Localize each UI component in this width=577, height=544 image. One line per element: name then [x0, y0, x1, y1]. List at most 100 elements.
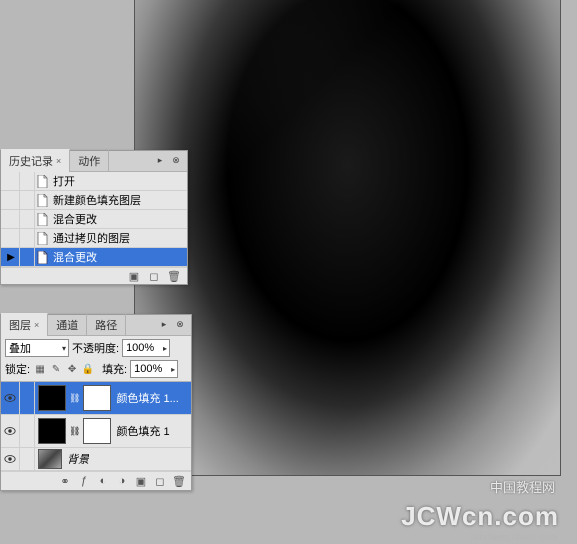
layer-name[interactable]: 背景: [65, 451, 89, 467]
layer-mask-icon[interactable]: ◐: [96, 474, 110, 488]
layer-style-icon[interactable]: ƒ: [77, 474, 91, 488]
lock-label: 锁定:: [5, 361, 30, 377]
trash-icon[interactable]: 🗑: [172, 474, 186, 488]
link-col: [20, 415, 35, 447]
fill-label: 填充:: [102, 361, 127, 377]
tab-layers-label: 图层: [9, 317, 31, 333]
visibility-toggle[interactable]: [1, 382, 20, 414]
layer-row[interactable]: ⛓ 颜色填充 1: [1, 415, 191, 448]
lock-all-icon[interactable]: 🔒: [81, 362, 95, 376]
layers-tabs: 图层 × 通道 路径 ▸ ⊗: [1, 315, 191, 336]
history-footer: ▣ ◻ 🗑: [1, 267, 187, 284]
chevron-right-icon: ▸: [171, 365, 175, 374]
history-snapshot-cell: [1, 191, 20, 209]
fill-value: 100%: [134, 363, 162, 375]
layers-footer: ⚭ ƒ ◐ ◑ ▣ ◻ 🗑: [1, 471, 191, 490]
tab-actions-label: 动作: [78, 153, 100, 169]
layer-name[interactable]: 颜色填充 1...: [114, 390, 178, 406]
lock-transparency-icon[interactable]: ▦: [33, 362, 47, 376]
history-label: 新建颜色填充图层: [49, 192, 187, 208]
layer-thumbnail[interactable]: [38, 449, 62, 469]
tab-actions[interactable]: 动作: [70, 150, 109, 172]
link-col: [20, 382, 35, 414]
history-label: 混合更改: [49, 211, 187, 227]
history-indent: [20, 210, 35, 228]
history-row[interactable]: ▶ 混合更改: [1, 248, 187, 267]
new-layer-icon[interactable]: ◻: [153, 474, 167, 488]
chevron-down-icon: ▾: [62, 344, 66, 353]
document-icon: [35, 212, 49, 226]
layer-thumbnail[interactable]: [38, 418, 66, 444]
history-row[interactable]: 新建颜色填充图层: [1, 191, 187, 210]
history-label: 混合更改: [49, 249, 187, 265]
chevron-right-icon: ▸: [163, 344, 167, 353]
image-canvas: [135, 0, 560, 475]
visibility-toggle[interactable]: [1, 415, 20, 447]
history-snapshot-cell: [1, 172, 20, 190]
tab-channels-label: 通道: [56, 317, 78, 333]
link-col: [20, 448, 35, 470]
history-indent: [20, 172, 35, 190]
history-label: 通过拷贝的图层: [49, 230, 187, 246]
close-icon[interactable]: ×: [56, 156, 61, 166]
link-icon[interactable]: ⛓: [69, 426, 80, 437]
history-snapshot-cell: [1, 229, 20, 247]
history-current-marker: ▶: [1, 248, 20, 266]
visibility-toggle[interactable]: [1, 448, 20, 470]
history-indent: [20, 229, 35, 247]
tab-layers[interactable]: 图层 ×: [1, 313, 48, 336]
tab-paths[interactable]: 路径: [87, 314, 126, 336]
history-indent: [20, 248, 35, 266]
trash-icon[interactable]: 🗑: [167, 269, 181, 283]
history-indent: [20, 191, 35, 209]
panel-close-icon[interactable]: ⊗: [169, 154, 183, 166]
tab-channels[interactable]: 通道: [48, 314, 87, 336]
mask-thumbnail[interactable]: [83, 418, 111, 444]
layer-row[interactable]: ⛓ 颜色填充 1...: [1, 382, 191, 415]
history-tabs: 历史记录 × 动作 ▸ ⊗: [1, 151, 187, 172]
layers-controls: 叠加 ▾ 不透明度: 100% ▸ 锁定: ▦ ✎ ✥ 🔒 填充: 100% ▸: [1, 336, 191, 382]
panel-menu-icon[interactable]: ▸: [157, 318, 171, 330]
tab-paths-label: 路径: [95, 317, 117, 333]
tab-history[interactable]: 历史记录 ×: [1, 149, 70, 172]
layers-list: ⛓ 颜色填充 1... ⛓ 颜色填充 1 背景: [1, 382, 191, 471]
adjustment-layer-icon[interactable]: ◑: [115, 474, 129, 488]
opacity-input[interactable]: 100% ▸: [122, 339, 170, 357]
lock-pixels-icon[interactable]: ✎: [49, 362, 63, 376]
layer-name[interactable]: 颜色填充 1: [114, 423, 169, 439]
blend-mode-value: 叠加: [9, 340, 31, 356]
blend-mode-dropdown[interactable]: 叠加 ▾: [5, 339, 69, 357]
layer-thumbnail[interactable]: [38, 385, 66, 411]
close-icon[interactable]: ×: [34, 320, 39, 330]
panel-menu-icon[interactable]: ▸: [153, 154, 167, 166]
fill-input[interactable]: 100% ▸: [130, 360, 178, 378]
tab-history-label: 历史记录: [9, 153, 53, 169]
watermark-sub: jiaocheng.chinaz.com: [470, 532, 557, 542]
history-row[interactable]: 通过拷贝的图层: [1, 229, 187, 248]
document-icon: [35, 250, 49, 264]
new-snapshot-icon[interactable]: ◻: [147, 269, 161, 283]
opacity-value: 100%: [126, 342, 154, 354]
document-icon: [35, 231, 49, 245]
layer-row[interactable]: 背景: [1, 448, 191, 471]
group-icon[interactable]: ▣: [134, 474, 148, 488]
history-label: 打开: [49, 173, 187, 189]
watermark-en: JCWcn.com: [401, 501, 559, 532]
panel-close-icon[interactable]: ⊗: [173, 318, 187, 330]
layers-panel: 图层 × 通道 路径 ▸ ⊗ 叠加 ▾ 不透明度: 100% ▸ 锁定:: [0, 314, 192, 491]
history-snapshot-cell: [1, 210, 20, 228]
lock-buttons: ▦ ✎ ✥ 🔒: [33, 362, 95, 376]
history-list: 打开 新建颜色填充图层 混合更改 通过拷贝的图层: [1, 172, 187, 267]
opacity-label: 不透明度:: [72, 340, 119, 356]
link-icon[interactable]: ⛓: [69, 393, 80, 404]
new-doc-from-state-icon[interactable]: ▣: [127, 269, 141, 283]
watermark-cn: 中国教程网: [490, 477, 555, 496]
document-icon: [35, 193, 49, 207]
play-icon: ▶: [7, 252, 15, 263]
history-row[interactable]: 混合更改: [1, 210, 187, 229]
link-layers-icon[interactable]: ⚭: [58, 474, 72, 488]
history-row[interactable]: 打开: [1, 172, 187, 191]
mask-thumbnail[interactable]: [83, 385, 111, 411]
document-icon: [35, 174, 49, 188]
lock-position-icon[interactable]: ✥: [65, 362, 79, 376]
